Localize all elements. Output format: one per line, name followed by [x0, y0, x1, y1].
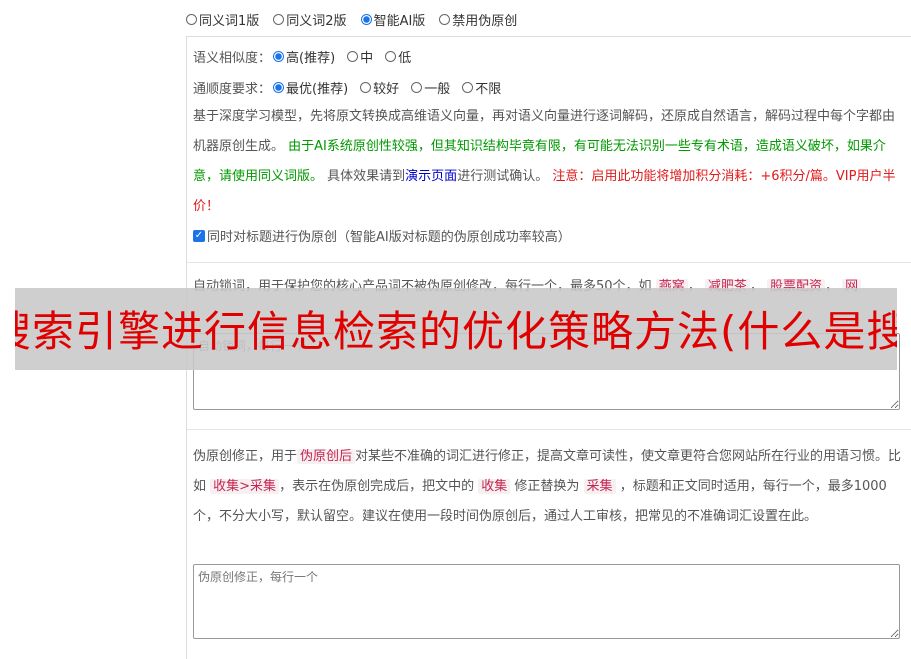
radio-icon: [439, 13, 451, 25]
radio-selected-icon: [273, 51, 285, 62]
option-label: 不限: [475, 82, 502, 97]
correction-text: 修正替换为: [514, 479, 580, 494]
radio-selected-icon: [273, 82, 285, 93]
overlay-title-text: 搜索引擎进行信息检索的优化策略方法(什么是搜索: [15, 307, 897, 356]
divider: [187, 429, 911, 430]
option-label: 较好: [373, 82, 400, 97]
similarity-label: 语义相似度：: [193, 51, 272, 66]
fluency-option-good[interactable]: 较好: [360, 78, 399, 97]
correction-description: 伪原创修正，用于 伪原创后 对某些不准确的词汇进行修正，提高文章可读性，使文章更符合…: [193, 442, 906, 532]
radio-icon: [411, 82, 423, 93]
correction-text: 伪原创修正，用于: [193, 449, 298, 464]
correction-text: ，表示在伪原创完成后，把文中的: [279, 479, 475, 494]
option-label: 高(推荐): [286, 51, 336, 66]
version-label: 智能AI版: [373, 13, 426, 29]
version-label: 禁用伪原创: [452, 13, 518, 29]
demo-page-link[interactable]: 演示页面: [405, 169, 457, 184]
correction-tag: 伪原创后: [297, 449, 356, 464]
similarity-option-medium[interactable]: 中: [347, 47, 373, 66]
version-radio-group: 同义词1版 同义词2版 智能AI版 禁用伪原创: [186, 8, 517, 30]
correction-input[interactable]: [193, 564, 900, 639]
title-rewrite-checkbox-row[interactable]: ✓ 同时对标题进行伪原创（智能AI版对标题的伪原创成功率较高）: [193, 226, 571, 245]
similarity-row: 语义相似度： 高(推荐) 中 低: [193, 47, 411, 66]
version-option-synonym1[interactable]: 同义词1版: [186, 10, 259, 29]
radio-icon: [360, 82, 372, 93]
option-label: 最优(推荐): [286, 82, 349, 97]
similarity-option-low[interactable]: 低: [385, 47, 411, 66]
checkbox-checked-icon[interactable]: ✓: [193, 229, 205, 242]
version-option-ai[interactable]: 智能AI版: [360, 10, 426, 29]
fluency-option-best[interactable]: 最优(推荐): [273, 78, 348, 97]
ai-description: 基于深度学习模型，先将原文转换成高维语义向量，再对语义向量进行逐词解码，还原成自…: [193, 102, 906, 222]
version-option-disabled[interactable]: 禁用伪原创: [439, 10, 517, 29]
radio-icon: [347, 51, 359, 62]
correction-tag: 收集>采集: [210, 479, 280, 494]
correction-tag: 采集: [583, 479, 616, 494]
version-label: 同义词1版: [199, 13, 260, 29]
version-label: 同义词2版: [286, 13, 347, 29]
radio-icon: [385, 51, 397, 62]
description-text: 进行测试确认。: [457, 169, 549, 184]
option-label: 中: [360, 51, 374, 66]
divider: [187, 262, 911, 263]
version-option-synonym2[interactable]: 同义词2版: [273, 10, 347, 29]
description-text: 具体效果请到: [327, 169, 406, 184]
fluency-row: 通顺度要求： 最优(推荐) 较好 一般 不限: [193, 78, 501, 97]
correction-tag: 收集: [478, 479, 511, 494]
overlay-title-banner: 搜索引擎进行信息检索的优化策略方法(什么是搜索: [15, 288, 897, 370]
option-label: 低: [398, 51, 412, 66]
radio-icon: [462, 82, 474, 93]
similarity-option-high[interactable]: 高(推荐): [273, 47, 335, 66]
radio-selected-icon: [360, 13, 372, 25]
radio-icon: [273, 13, 285, 25]
radio-icon: [186, 13, 197, 25]
fluency-label: 通顺度要求：: [193, 82, 272, 97]
option-label: 一般: [424, 82, 451, 97]
fluency-option-unlimited[interactable]: 不限: [462, 78, 501, 97]
fluency-option-normal[interactable]: 一般: [411, 78, 450, 97]
title-rewrite-label: 同时对标题进行伪原创（智能AI版对标题的伪原创成功率较高）: [207, 230, 571, 245]
